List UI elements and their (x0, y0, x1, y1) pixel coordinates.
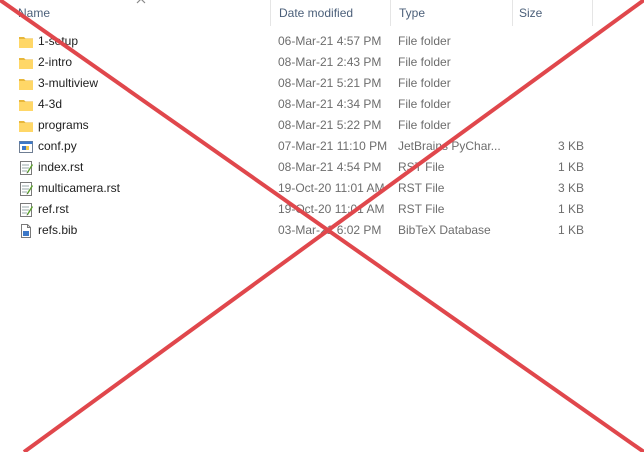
file-size (520, 52, 584, 73)
file-type: File folder (398, 97, 451, 111)
file-row[interactable]: 1-setup 06-Mar-21 4:57 PM File folder (0, 31, 644, 52)
file-row[interactable]: refs.bib 03-Mar-21 6:02 PM BibTeX Databa… (0, 220, 644, 241)
rst-file-icon (18, 181, 34, 197)
file-row[interactable]: 2-intro 08-Mar-21 2:43 PM File folder (0, 52, 644, 73)
file-name: ref.rst (38, 202, 69, 216)
file-date: 19-Oct-20 11:01 AM (278, 202, 385, 216)
file-name: 1-setup (38, 34, 79, 48)
file-size (520, 94, 584, 115)
column-header-date[interactable]: Date modified (270, 0, 390, 26)
file-date: 08-Mar-21 5:22 PM (278, 118, 382, 132)
column-header-date-label: Date modified (279, 6, 354, 20)
column-header-spacer (592, 0, 644, 26)
file-date: 08-Mar-21 2:43 PM (278, 55, 382, 69)
file-type: BibTeX Database (398, 223, 491, 237)
file-size: 3 KB (557, 181, 584, 195)
column-header-size[interactable]: Size (512, 0, 592, 26)
sort-up-icon (136, 0, 146, 4)
file-type: File folder (398, 34, 451, 48)
folder-icon (18, 34, 34, 50)
file-size: 1 KB (557, 160, 584, 174)
file-name: index.rst (38, 160, 84, 174)
column-header-name-label: Name (18, 6, 51, 20)
file-row[interactable]: programs 08-Mar-21 5:22 PM File folder (0, 115, 644, 136)
file-size: 1 KB (557, 202, 584, 216)
file-date: 08-Mar-21 4:34 PM (278, 97, 382, 111)
file-size: 1 KB (557, 223, 584, 237)
file-row[interactable]: multicamera.rst 19-Oct-20 11:01 AM RST F… (0, 178, 644, 199)
file-row[interactable]: 4-3d 08-Mar-21 4:34 PM File folder (0, 94, 644, 115)
file-name: 2-intro (38, 55, 73, 69)
file-name: conf.py (38, 139, 77, 153)
file-row[interactable]: index.rst 08-Mar-21 4:54 PM RST File 1 K… (0, 157, 644, 178)
file-type: RST File (398, 181, 445, 195)
file-row[interactable]: ref.rst 19-Oct-20 11:01 AM RST File 1 KB (0, 199, 644, 220)
file-type: File folder (398, 76, 451, 90)
file-type: JetBrains PyChar... (398, 139, 501, 153)
file-size (520, 73, 584, 94)
column-header-type-label: Type (399, 6, 426, 20)
file-date: 07-Mar-21 11:10 PM (278, 139, 388, 153)
file-size (520, 115, 584, 136)
file-date: 08-Mar-21 5:21 PM (278, 76, 382, 90)
file-date: 03-Mar-21 6:02 PM (278, 223, 382, 237)
file-date: 08-Mar-21 4:54 PM (278, 160, 382, 174)
file-name: 4-3d (38, 97, 63, 111)
folder-icon (18, 76, 34, 92)
file-row[interactable]: conf.py 07-Mar-21 11:10 PM JetBrains PyC… (0, 136, 644, 157)
folder-icon (18, 97, 34, 113)
file-type: RST File (398, 202, 445, 216)
file-date: 06-Mar-21 4:57 PM (278, 34, 382, 48)
file-type: RST File (398, 160, 445, 174)
column-header-bar: Name Date modified Type Size (0, 0, 644, 26)
file-size (520, 31, 584, 52)
bib-file-icon (18, 223, 34, 239)
file-type: File folder (398, 55, 451, 69)
file-type: File folder (398, 118, 451, 132)
folder-icon (18, 55, 34, 71)
file-date: 19-Oct-20 11:01 AM (278, 181, 385, 195)
file-size: 3 KB (557, 139, 584, 153)
file-row[interactable]: 3-multiview 08-Mar-21 5:21 PM File folde… (0, 73, 644, 94)
folder-icon (18, 118, 34, 134)
column-header-type[interactable]: Type (390, 0, 512, 26)
file-name: multicamera.rst (38, 181, 121, 195)
file-name: refs.bib (38, 223, 78, 237)
file-name: 3-multiview (38, 76, 99, 90)
python-file-icon (18, 139, 34, 155)
column-header-size-label: Size (519, 6, 543, 20)
rst-file-icon (18, 160, 34, 176)
file-name: programs (38, 118, 89, 132)
rst-file-icon (18, 202, 34, 218)
file-list: 1-setup 06-Mar-21 4:57 PM File folder 2-… (0, 31, 644, 241)
